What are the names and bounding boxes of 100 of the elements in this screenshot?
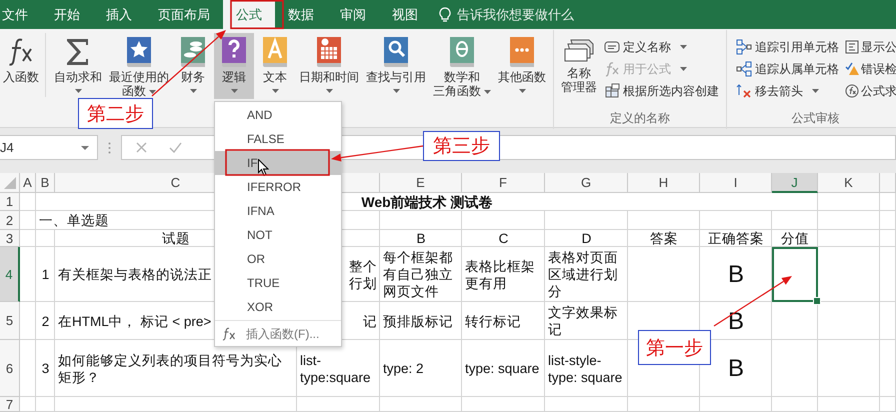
row-header[interactable]: 3 <box>0 230 20 247</box>
warning-check-icon <box>845 62 859 76</box>
table-cell: 记 <box>363 312 377 330</box>
ribbon-button[interactable]: 逻辑 <box>214 33 254 99</box>
ribbon-tab[interactable]: 插入 <box>93 0 145 29</box>
menu-item[interactable]: 插入函数(F)... <box>215 322 341 346</box>
column-header[interactable]: I <box>700 173 772 193</box>
ribbon-button[interactable]: 追踪引用单元格 <box>733 36 842 58</box>
ribbon-button[interactable]: 查找与引用 <box>363 33 429 99</box>
row-header[interactable]: 5 <box>0 302 20 340</box>
selected-cell[interactable] <box>772 247 818 302</box>
table-cell: B <box>728 360 744 377</box>
table-cell: 转行标记 <box>465 312 521 330</box>
table-cell: B <box>728 312 744 330</box>
ribbon-button[interactable]: 最近使用的 函数 <box>106 33 172 99</box>
step-label: 第二步 <box>78 98 153 129</box>
ribbon-button[interactable]: 入函数 <box>0 33 46 97</box>
ribbon-button[interactable]: 自动求和 <box>51 33 105 99</box>
remove-arrows-icon <box>736 83 752 99</box>
table-cell: 一、单选题 <box>39 212 109 229</box>
menu-item[interactable]: XOR <box>215 295 341 319</box>
table-cell: D <box>582 230 592 247</box>
ribbon-button[interactable]: 根据所选内容创建 <box>601 80 722 102</box>
magnifier-book-icon <box>381 36 411 68</box>
table-cell: 答案 <box>650 230 678 247</box>
step-label: 第一步 <box>638 330 711 365</box>
table-cell: type: 2 <box>383 360 424 377</box>
table-cell: 预排版标记 <box>383 312 453 330</box>
name-manager-button[interactable]: 名称 管理器 <box>558 33 600 99</box>
group-label: 定义的名称 <box>609 111 671 127</box>
dots-book-icon <box>507 36 537 68</box>
column-header[interactable]: E <box>380 173 462 193</box>
table-cell: type: square <box>465 360 540 377</box>
menu-item[interactable]: TRUE <box>215 271 341 295</box>
star-book-icon <box>124 36 154 68</box>
sheet-title: Web前端技术 测试卷 <box>361 194 493 210</box>
ribbon-button[interactable]: 追踪从属单元格 <box>733 58 842 80</box>
menu-item[interactable]: NOT <box>215 223 341 247</box>
table-cell: 正确答案 <box>708 230 764 247</box>
row-header[interactable]: 1 <box>0 193 20 211</box>
tell-me-field[interactable]: 告诉我你想要做什么 <box>439 0 587 29</box>
ribbon-tab[interactable]: 审阅 <box>327 0 379 29</box>
table-cell-text: 如何能够定义列表的项目符号为实心矩形？ <box>58 352 283 386</box>
ribbon-button[interactable]: 定义名称 <box>601 36 722 58</box>
table-cell-text: 整个行划 <box>348 258 377 292</box>
trace-arrow-icon <box>736 39 752 55</box>
ribbon-button[interactable]: 财务 <box>173 33 213 99</box>
ribbon-tab[interactable]: 文件 <box>0 0 41 29</box>
cancel-icon <box>136 142 147 153</box>
question-book-icon <box>219 36 249 68</box>
table-cell: 在HTML中， 标记 < pre> <box>58 312 212 330</box>
calendar-book-icon <box>314 36 344 68</box>
ribbon-tab[interactable]: 开始 <box>41 0 93 29</box>
caret-icon <box>81 146 89 150</box>
row-header[interactable]: 7 <box>0 397 20 412</box>
column-header[interactable]: K <box>818 173 880 193</box>
grip-dots-icon <box>108 142 111 154</box>
cursor-icon <box>258 159 269 176</box>
column-header[interactable]: B <box>36 173 55 193</box>
row-header[interactable]: 2 <box>0 211 20 230</box>
ribbon-tab[interactable]: 数据 <box>275 0 327 29</box>
ribbon-tab[interactable]: 视图 <box>379 0 431 29</box>
menu-item[interactable]: IFNA <box>215 199 341 223</box>
ribbon-button[interactable]: 文本 <box>255 33 295 99</box>
table-cell-text: 表格比框架更有用 <box>465 258 536 292</box>
menu-item[interactable]: AND <box>215 103 341 127</box>
row-header[interactable]: 4 <box>0 247 20 302</box>
column-header[interactable]: G <box>545 173 628 193</box>
column-header[interactable]: F <box>462 173 545 193</box>
column-header[interactable]: A <box>20 173 36 193</box>
ribbon-button[interactable]: 其他函数 <box>495 33 549 99</box>
menu-item[interactable]: FALSE <box>215 127 341 151</box>
table-cell-text: list-style-type: square <box>548 352 624 386</box>
table-grid-icon <box>604 83 620 99</box>
fill-handle[interactable] <box>813 297 821 305</box>
theta-book-icon <box>447 36 477 68</box>
ribbon-button[interactable]: 移去箭头 <box>733 80 842 102</box>
select-all-icon <box>4 176 16 188</box>
table-cell: 分值 <box>781 230 809 247</box>
table-cell: B <box>416 230 426 247</box>
highlight-frame <box>230 0 284 30</box>
table-cell: C <box>498 230 508 247</box>
table-cell: 有关框架与表格的说法正 <box>58 266 212 283</box>
ribbon-tab[interactable]: 页面布局 <box>145 0 223 29</box>
column-header[interactable]: H <box>628 173 700 193</box>
name-box[interactable]: J4 <box>0 135 98 160</box>
table-cell-text: list-type:square <box>300 352 372 386</box>
table-cell-text: 表格对页面区域进行划分 <box>548 249 619 300</box>
step-label: 第三步 <box>423 131 500 161</box>
row-header[interactable]: 6 <box>0 340 20 397</box>
ribbon-button[interactable]: 日期和时间 <box>296 33 362 99</box>
table-cell: 3 <box>42 360 50 377</box>
function-icon <box>222 327 236 341</box>
name-tag-icon <box>604 40 620 54</box>
menu-item[interactable]: OR <box>215 247 341 271</box>
column-header[interactable]: J <box>772 173 818 193</box>
table-cell-text: 文字效果标记 <box>548 304 619 338</box>
formula-sheet-icon <box>845 40 859 54</box>
ribbon-button[interactable]: 数学和 三角函数 <box>430 33 494 99</box>
evaluate-icon <box>845 84 859 98</box>
